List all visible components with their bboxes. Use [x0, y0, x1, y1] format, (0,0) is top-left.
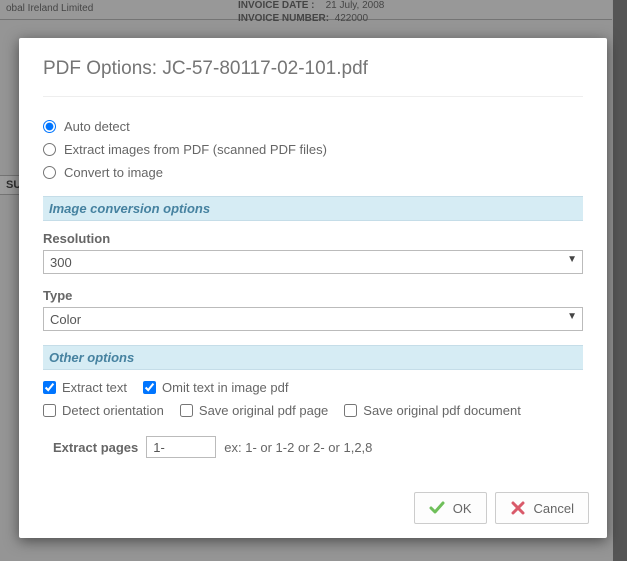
check-save-original-doc-label: Save original pdf document — [363, 403, 521, 418]
radio-extract-images-label: Extract images from PDF (scanned PDF fil… — [64, 142, 327, 157]
type-select[interactable]: Color — [43, 307, 583, 331]
type-label: Type — [43, 288, 583, 303]
check-extract-text-input[interactable] — [43, 381, 56, 394]
section-image-conversion: Image conversion options — [43, 196, 583, 221]
check-save-original-page-input[interactable] — [180, 404, 193, 417]
check-omit-text[interactable]: Omit text in image pdf — [143, 380, 288, 395]
cancel-button[interactable]: Cancel — [495, 492, 589, 524]
radio-convert-to-image[interactable]: Convert to image — [43, 161, 583, 184]
ok-button[interactable]: OK — [414, 492, 487, 524]
dialog-footer: OK Cancel — [414, 492, 589, 524]
check-omit-text-label: Omit text in image pdf — [162, 380, 288, 395]
cancel-button-label: Cancel — [534, 501, 574, 516]
check-save-original-page-label: Save original pdf page — [199, 403, 328, 418]
radio-convert-to-image-input[interactable] — [43, 166, 56, 179]
radio-auto-detect[interactable]: Auto detect — [43, 115, 583, 138]
check-detect-orientation-input[interactable] — [43, 404, 56, 417]
right-dark-strip — [613, 0, 627, 561]
dialog-title: PDF Options: JC-57-80117-02-101.pdf — [43, 58, 583, 97]
extract-pages-row: Extract pages ex: 1- or 1-2 or 2- or 1,2… — [53, 436, 583, 458]
radio-auto-detect-input[interactable] — [43, 120, 56, 133]
check-save-original-doc[interactable]: Save original pdf document — [344, 403, 521, 418]
check-save-original-doc-input[interactable] — [344, 404, 357, 417]
check-extract-text[interactable]: Extract text — [43, 380, 127, 395]
radio-auto-detect-label: Auto detect — [64, 119, 130, 134]
mode-radio-group: Auto detect Extract images from PDF (sca… — [43, 115, 583, 184]
check-detect-orientation-label: Detect orientation — [62, 403, 164, 418]
check-detect-orientation[interactable]: Detect orientation — [43, 403, 164, 418]
close-icon — [510, 500, 526, 516]
type-select-wrap: Color — [43, 307, 583, 331]
check-omit-text-input[interactable] — [143, 381, 156, 394]
extract-pages-label: Extract pages — [53, 440, 138, 455]
resolution-label: Resolution — [43, 231, 583, 246]
radio-convert-to-image-label: Convert to image — [64, 165, 163, 180]
check-extract-text-label: Extract text — [62, 380, 127, 395]
extract-pages-hint: ex: 1- or 1-2 or 2- or 1,2,8 — [224, 440, 372, 455]
ok-button-label: OK — [453, 501, 472, 516]
checkbox-row-1: Extract text Omit text in image pdf — [43, 380, 583, 395]
section-other-options: Other options — [43, 345, 583, 370]
resolution-select[interactable]: 300 — [43, 250, 583, 274]
check-icon — [429, 500, 445, 516]
radio-extract-images[interactable]: Extract images from PDF (scanned PDF fil… — [43, 138, 583, 161]
checkbox-row-2: Detect orientation Save original pdf pag… — [43, 403, 583, 418]
radio-extract-images-input[interactable] — [43, 143, 56, 156]
extract-pages-input[interactable] — [146, 436, 216, 458]
check-save-original-page[interactable]: Save original pdf page — [180, 403, 328, 418]
resolution-select-wrap: 300 — [43, 250, 583, 274]
pdf-options-dialog: PDF Options: JC-57-80117-02-101.pdf Auto… — [19, 38, 607, 538]
